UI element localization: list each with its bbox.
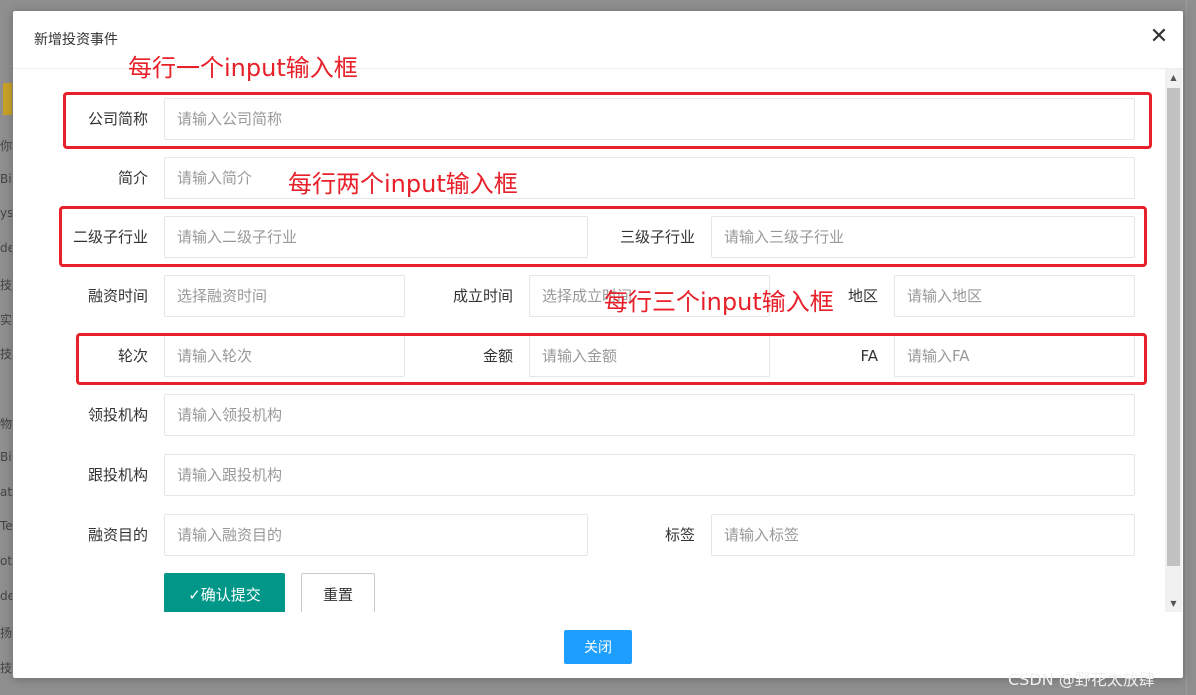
annotation-box-three-per-row xyxy=(76,333,1147,385)
lead-investor-label: 领投机构 xyxy=(87,406,148,424)
background-text: Tes xyxy=(0,519,12,533)
scroll-down-arrow-icon[interactable]: ▼ xyxy=(1165,595,1182,612)
founded-time-label: 成立时间 xyxy=(452,287,513,305)
purpose-input[interactable] xyxy=(164,514,588,556)
vertical-scrollbar[interactable]: ▲ ▼ xyxy=(1165,69,1182,612)
annotation-box-two-per-row xyxy=(59,206,1147,267)
background-text: 实践 xyxy=(0,313,12,327)
annotation-two-per-row: 每行两个input输入框 xyxy=(288,170,518,198)
region-input[interactable] xyxy=(894,275,1135,317)
background-text: ata xyxy=(0,485,12,499)
tags-label: 标签 xyxy=(664,526,695,544)
background-text: 你 xyxy=(0,139,12,153)
financing-time-input[interactable] xyxy=(164,275,405,317)
reset-button[interactable]: 重置 xyxy=(301,573,375,612)
follow-investor-input[interactable] xyxy=(164,454,1135,496)
close-icon[interactable]: ✕ xyxy=(1147,26,1171,50)
close-button[interactable]: 关闭 xyxy=(564,630,632,664)
annotation-three-per-row: 每行三个input输入框 xyxy=(604,288,834,316)
scroll-up-arrow-icon[interactable]: ▲ xyxy=(1165,69,1182,86)
footer-divider xyxy=(13,612,1183,613)
scrollbar-thumb[interactable] xyxy=(1167,88,1180,566)
background-accent xyxy=(3,83,12,115)
follow-investor-label: 跟投机构 xyxy=(87,466,148,484)
background-text: 技 xyxy=(0,661,12,675)
background-text: ot xyxy=(0,554,12,568)
annotation-one-per-row: 每行一个input输入框 xyxy=(128,54,358,82)
submit-button[interactable]: ✓确认提交 xyxy=(164,573,285,612)
purpose-label: 融资目的 xyxy=(87,526,148,544)
financing-time-label: 融资时间 xyxy=(87,287,148,305)
background-text: 物 xyxy=(0,417,12,431)
background-text: de xyxy=(0,589,12,603)
background-text: 扬 xyxy=(0,626,12,640)
annotation-box-one-per-row xyxy=(63,92,1152,149)
watermark: CSDN @野花太放肆 xyxy=(1008,670,1155,689)
lead-investor-input[interactable] xyxy=(164,394,1135,436)
background-text: de xyxy=(0,241,12,255)
background-text: Bi xyxy=(0,450,12,464)
background-text: ys xyxy=(0,206,12,220)
background-text: Bi xyxy=(0,172,12,186)
background-divider xyxy=(1186,0,1187,695)
background-text: 技 xyxy=(0,278,12,292)
background-text: 技 xyxy=(0,347,12,361)
intro-label: 简介 xyxy=(117,169,148,187)
tags-input[interactable] xyxy=(711,514,1135,556)
modal-title: 新增投资事件 xyxy=(34,32,118,48)
